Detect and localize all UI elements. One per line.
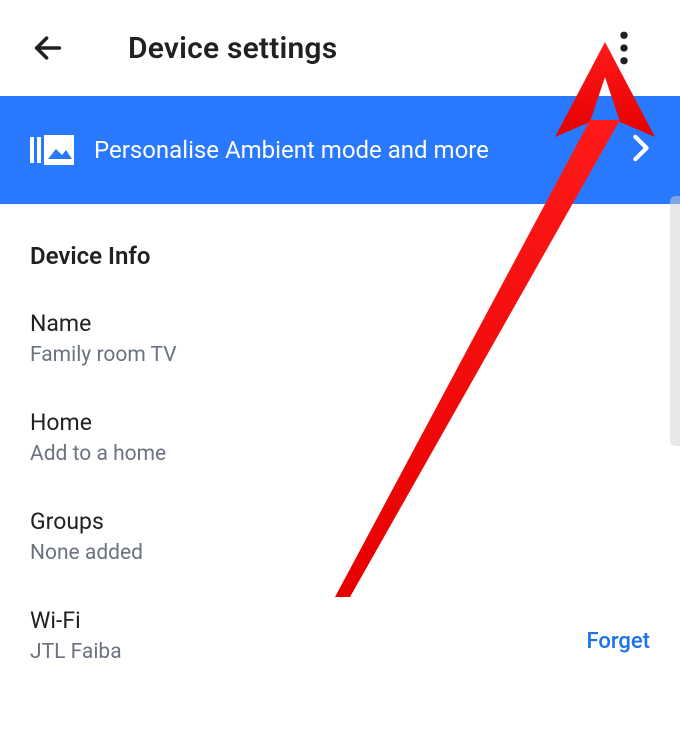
item-label: Wi-Fi <box>30 607 586 634</box>
ambient-mode-banner[interactable]: Personalise Ambient mode and more <box>0 96 680 204</box>
app-bar: Device settings <box>0 0 680 96</box>
setting-item-groups[interactable]: Groups None added <box>0 486 680 585</box>
item-value: None added <box>30 541 650 565</box>
setting-item-name[interactable]: Name Family room TV <box>0 288 680 387</box>
section-header-device-info: Device Info <box>0 204 680 288</box>
item-value: Add to a home <box>30 442 650 466</box>
item-label: Home <box>30 409 650 436</box>
more-options-button[interactable] <box>604 28 644 68</box>
back-button[interactable] <box>28 28 68 68</box>
page-title: Device settings <box>128 31 337 66</box>
banner-text: Personalise Ambient mode and more <box>94 136 632 164</box>
wifi-forget-button[interactable]: Forget <box>586 617 650 654</box>
setting-item-home[interactable]: Home Add to a home <box>0 387 680 486</box>
item-value: JTL Faiba <box>30 640 586 664</box>
setting-item-wifi[interactable]: Wi-Fi JTL Faiba Forget <box>0 585 680 684</box>
more-vert-icon <box>619 31 629 65</box>
arrow-back-icon <box>31 31 65 65</box>
item-label: Name <box>30 310 650 337</box>
scroll-indicator <box>670 196 680 446</box>
chevron-right-icon <box>632 134 650 166</box>
item-label: Groups <box>30 508 650 535</box>
item-value: Family room TV <box>30 343 650 367</box>
slideshow-icon <box>30 133 74 167</box>
